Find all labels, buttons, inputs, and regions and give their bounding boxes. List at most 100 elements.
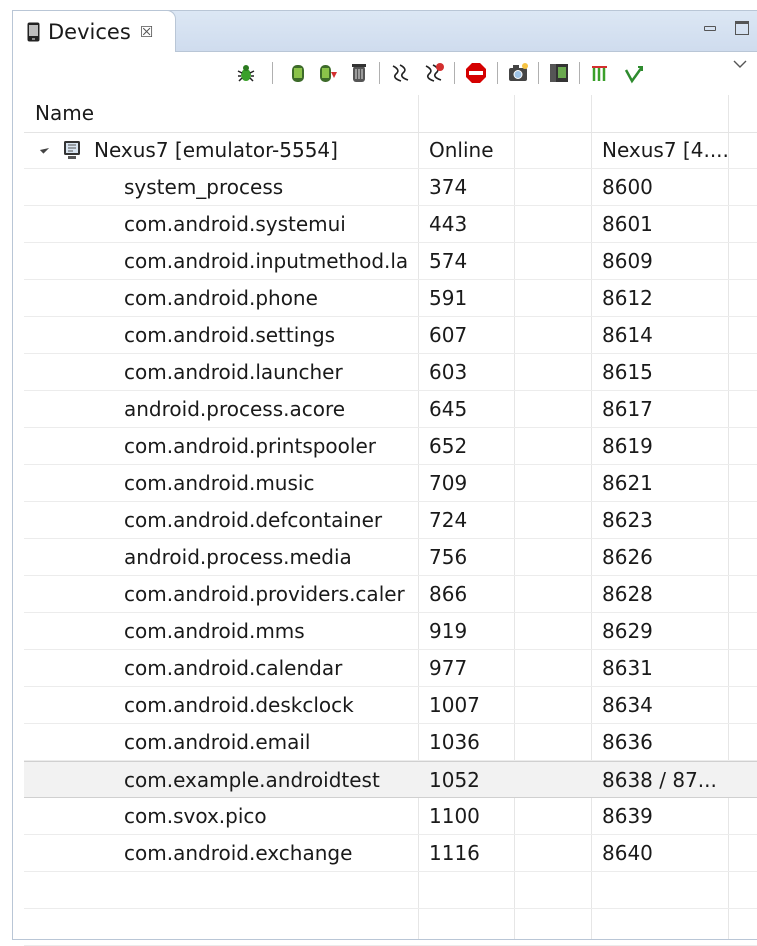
process-pid: 374 [429,175,468,199]
process-name: com.android.defcontainer [124,508,383,532]
table-header: Name [24,95,757,133]
table-row[interactable]: com.android.email 1036 8636 [24,724,757,761]
table-row[interactable]: com.android.providers.caler 866 8628 [24,576,757,613]
process-port: 8626 [602,545,653,569]
process-pid: 1036 [429,730,480,754]
table-row[interactable]: com.android.music 709 8621 [24,465,757,502]
table-row[interactable]: com.android.settings 607 8614 [24,317,757,354]
table-row[interactable]: com.android.printspooler 652 8619 [24,428,757,465]
process-port: 8600 [602,175,653,199]
process-name: com.android.phone [124,286,318,310]
process-pid: 866 [429,582,468,606]
process-pid: 607 [429,323,468,347]
dump-view-hierarchy-icon[interactable] [548,62,570,84]
device-status: Online [429,138,494,162]
empty-row [24,872,757,909]
stop-process-icon[interactable] [465,62,487,84]
table-row[interactable]: com.android.exchange 1116 8640 [24,835,757,872]
table-row[interactable]: com.example.androidtest 1052 8638 / 87... [24,761,757,798]
process-port: 8623 [602,508,653,532]
process-pid: 709 [429,471,468,495]
process-port: 8628 [602,582,653,606]
process-pid: 652 [429,434,468,458]
process-pid: 603 [429,360,468,384]
update-threads-icon[interactable] [390,62,412,84]
process-name: com.android.settings [124,323,336,347]
process-pid: 591 [429,286,468,310]
table-row[interactable]: com.android.deskclock 1007 8634 [24,687,757,724]
capture-opengl-trace-icon[interactable] [590,62,612,84]
devices-view: Devices ☒ Name Nexus7 [emulator-5554] On… [12,10,757,946]
tab-devices[interactable]: Devices ☒ [12,10,176,52]
table-row[interactable]: android.process.media 756 8626 [24,539,757,576]
process-pid: 574 [429,249,468,273]
view-menu-icon[interactable] [733,60,747,70]
process-pid: 756 [429,545,468,569]
mobile-device-icon [27,22,40,41]
process-port: 8634 [602,693,653,717]
process-pid: 1116 [429,841,480,865]
table-row[interactable]: android.process.acore 645 8617 [24,391,757,428]
process-port: 8629 [602,619,653,643]
process-name: android.process.acore [124,397,346,421]
systrace-icon[interactable] [623,62,645,84]
process-port: 8631 [602,656,653,680]
process-port: 8615 [602,360,653,384]
table-row[interactable]: com.android.inputmethod.la 574 8609 [24,243,757,280]
process-name: com.android.calendar [124,656,343,680]
column-header-name[interactable]: Name [35,101,94,125]
table-row[interactable]: com.android.defcontainer 724 8623 [24,502,757,539]
process-port: 8621 [602,471,653,495]
table-row[interactable]: system_process 374 8600 [24,169,757,206]
debug-process-icon[interactable] [235,62,257,84]
table-row[interactable]: com.android.launcher 603 8615 [24,354,757,391]
process-name: com.example.androidtest [124,768,380,792]
process-name: com.android.exchange [124,841,353,865]
process-name: com.android.mms [124,619,305,643]
process-pid: 1007 [429,693,480,717]
table-row[interactable]: com.android.mms 919 8629 [24,613,757,650]
expand-collapse-icon[interactable] [39,144,50,154]
maximize-icon[interactable] [735,21,749,35]
device-row[interactable]: Nexus7 [emulator-5554] Online Nexus7 [4.… [24,132,757,169]
process-port: 8640 [602,841,653,865]
process-name: system_process [124,175,284,199]
dump-hprof-icon[interactable] [317,62,339,84]
table-row[interactable]: com.android.calendar 977 8631 [24,650,757,687]
device-name: Nexus7 [emulator-5554] [94,138,338,162]
process-port: 8619 [602,434,653,458]
close-icon[interactable]: ☒ [140,23,153,41]
device-info: Nexus7 [4.... [602,138,729,162]
cause-gc-icon[interactable] [348,62,370,84]
table-row[interactable]: com.android.systemui 443 8601 [24,206,757,243]
process-port: 8639 [602,804,653,828]
process-pid: 724 [429,508,468,532]
update-heap-icon[interactable] [287,62,309,84]
process-name: com.android.deskclock [124,693,354,717]
process-name: com.android.launcher [124,360,343,384]
process-port: 8614 [602,323,653,347]
view-tab-bar: Devices ☒ [12,10,757,52]
table-row[interactable]: com.android.phone 591 8612 [24,280,757,317]
process-port: 8617 [602,397,653,421]
process-port: 8609 [602,249,653,273]
process-name: android.process.media [124,545,352,569]
process-name: com.android.printspooler [124,434,376,458]
process-name: com.android.inputmethod.la [124,249,409,273]
empty-row [24,909,757,946]
minimize-icon[interactable] [703,21,717,35]
process-name: com.android.providers.caler [124,582,405,606]
table-row[interactable]: com.svox.pico 1100 8639 [24,798,757,835]
process-pid: 1052 [429,768,480,792]
emulator-device-icon [64,141,80,159]
process-name: com.android.systemui [124,212,346,236]
process-port: 8636 [602,730,653,754]
process-pid: 645 [429,397,468,421]
screen-capture-icon[interactable] [507,62,529,84]
process-name: com.android.email [124,730,311,754]
toolbar [13,52,757,94]
start-method-profiling-icon[interactable] [423,62,445,84]
process-pid: 1100 [429,804,480,828]
process-name: com.android.music [124,471,315,495]
process-port: 8601 [602,212,653,236]
